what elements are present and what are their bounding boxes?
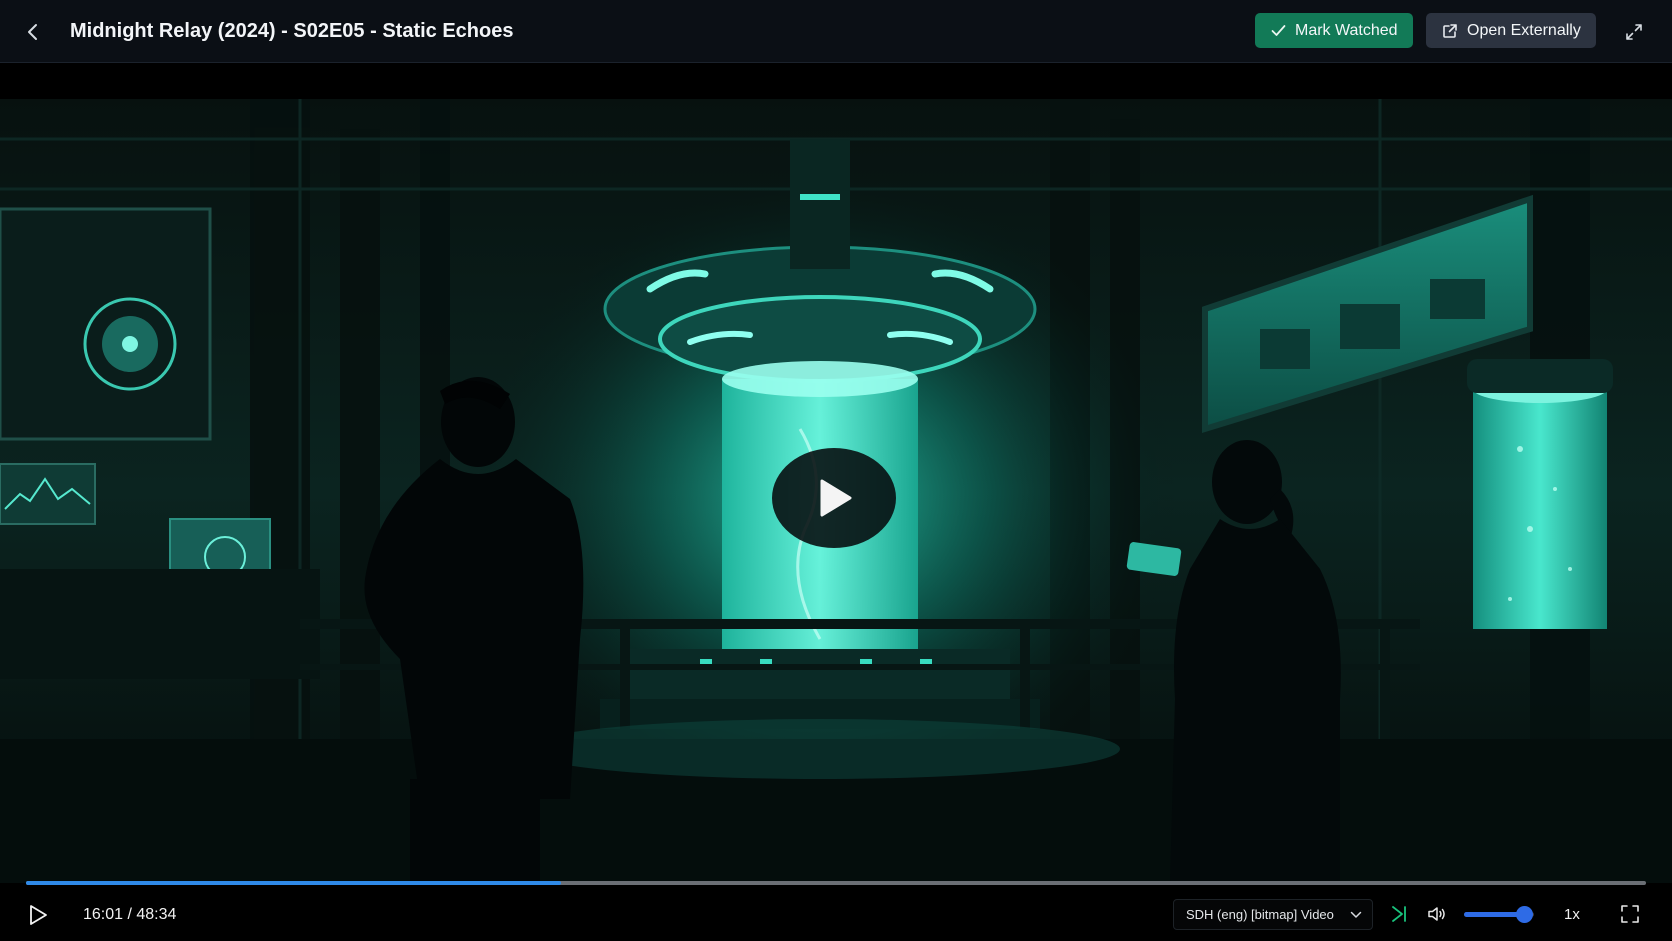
volume-fill — [1464, 912, 1524, 917]
volume-thumb[interactable] — [1515, 906, 1533, 923]
open-externally-label: Open Externally — [1467, 21, 1581, 39]
chevron-left-icon — [28, 24, 37, 40]
expand-button[interactable] — [1620, 18, 1648, 46]
play-icon — [820, 479, 852, 517]
timecode: 16:01 / 48:34 — [83, 906, 177, 923]
volume-icon — [1428, 907, 1445, 921]
progress-fill — [26, 881, 561, 885]
volume-button[interactable] — [1425, 902, 1449, 926]
player-controls: 16:01 / 48:34 SDH (eng) [bitmap] Video 1… — [0, 886, 1672, 941]
play-icon — [30, 905, 47, 925]
fullscreen-button[interactable] — [1617, 901, 1643, 927]
volume-slider[interactable] — [1464, 906, 1534, 923]
back-button[interactable] — [18, 17, 48, 47]
video-stage[interactable] — [0, 63, 1672, 883]
skip-forward-icon — [1392, 906, 1406, 922]
subtitle-track-value: SDH (eng) [bitmap] Video — [1186, 907, 1334, 922]
subtitle-track-select[interactable]: SDH (eng) [bitmap] Video — [1173, 899, 1373, 930]
progress-bar[interactable] — [26, 881, 1646, 885]
open-externally-button[interactable]: Open Externally — [1426, 13, 1596, 48]
video-player-window: Midnight Relay (2024) - S02E05 - Static … — [0, 0, 1672, 941]
mark-watched-button[interactable]: Mark Watched — [1255, 13, 1413, 48]
external-link-icon — [1442, 23, 1458, 39]
page-title: Midnight Relay (2024) - S02E05 - Static … — [70, 20, 514, 42]
big-play-button[interactable] — [772, 448, 896, 548]
expand-diagonal-icon — [1626, 24, 1642, 40]
chevron-down-icon — [1350, 907, 1362, 922]
fullscreen-icon — [1621, 905, 1639, 923]
play-button[interactable] — [24, 901, 52, 929]
player-header: Midnight Relay (2024) - S02E05 - Static … — [0, 0, 1672, 63]
mark-watched-label: Mark Watched — [1295, 21, 1398, 39]
playback-speed-button[interactable]: 1x — [1564, 906, 1580, 923]
check-icon — [1271, 24, 1286, 37]
skip-forward-button[interactable] — [1387, 902, 1411, 926]
